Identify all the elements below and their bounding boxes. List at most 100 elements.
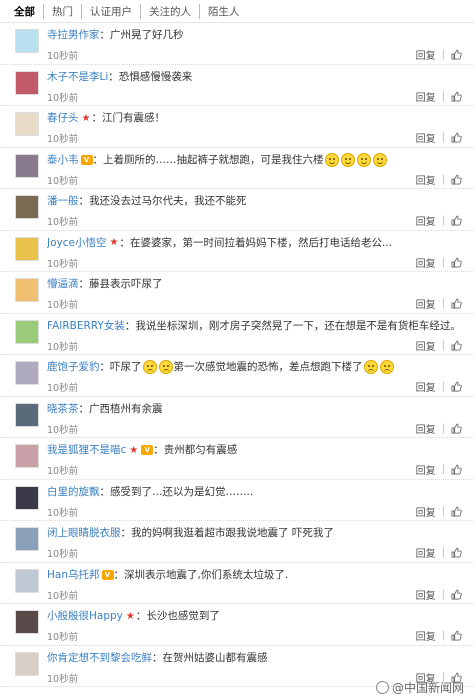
username-link[interactable]: FAIRBERRY女装 <box>47 319 125 333</box>
username-link[interactable]: 小殷殷很Happy <box>47 609 123 623</box>
reply-button[interactable]: 回复 <box>416 172 436 187</box>
reply-button[interactable]: 回复 <box>416 421 436 436</box>
timestamp: 10秒前 <box>47 51 79 62</box>
timestamp: 10秒前 <box>47 673 79 685</box>
like-thumb-icon[interactable] <box>451 381 462 392</box>
avatar[interactable] <box>15 278 39 302</box>
reply-button[interactable]: 回复 <box>416 628 436 643</box>
comment-text: 藤县表示吓尿了 <box>89 278 163 290</box>
like-thumb-icon[interactable] <box>451 630 462 641</box>
colon: ： <box>78 402 90 415</box>
smile-emoji-icon <box>372 152 387 167</box>
reply-button[interactable]: 回复 <box>416 462 436 477</box>
comment-line: 木子不是李Li：恐惧感慢慢袭来 <box>47 70 468 84</box>
comment-actions: 回复 | <box>416 296 462 311</box>
avatar[interactable] <box>15 236 39 261</box>
username-link[interactable]: 闭上眼睛脱衣服 <box>47 526 121 540</box>
avatar[interactable] <box>15 319 39 344</box>
username-link[interactable]: 潘一般 <box>47 194 79 208</box>
reply-button[interactable]: 回复 <box>416 213 436 228</box>
like-thumb-icon[interactable] <box>451 340 462 351</box>
reply-button[interactable]: 回复 <box>416 47 436 62</box>
reply-button[interactable]: 回复 <box>416 89 436 104</box>
avatar[interactable] <box>15 485 39 510</box>
timestamp: 10秒前 <box>47 258 79 270</box>
username-link[interactable]: Joyce小悟空 <box>47 236 106 250</box>
avatar[interactable] <box>15 444 39 468</box>
comment-row: 闭上眼睛脱衣服：我的妈啊我逛着超市跟我说地震了 吓死我了 10秒前 回复 | <box>0 521 474 563</box>
username-link[interactable]: 木子不是李Li <box>47 70 108 84</box>
watermark: @中国新闻网 <box>375 679 464 696</box>
tab-2[interactable]: 认证用户 <box>81 3 140 19</box>
reply-button[interactable]: 回复 <box>416 130 436 145</box>
username-link[interactable]: 我是狐狸不是喵c <box>47 443 126 457</box>
username-link[interactable]: 鹿饱子爱豹 <box>47 360 100 374</box>
like-thumb-icon[interactable] <box>451 174 462 185</box>
reply-button[interactable]: 回复 <box>416 379 436 394</box>
like-thumb-icon[interactable] <box>451 423 462 434</box>
like-thumb-icon[interactable] <box>451 589 462 600</box>
reply-button[interactable]: 回复 <box>416 255 436 270</box>
comment-line: 你肯定想不到黎会吃鲜：在贺州姑婆山都有震感 <box>47 651 468 665</box>
username-link[interactable]: 你肯定想不到黎会吃鲜 <box>47 651 152 665</box>
comment-actions: 回复 | <box>416 213 462 228</box>
action-divider: | <box>441 132 445 143</box>
avatar[interactable] <box>15 402 39 427</box>
colon: ： <box>113 568 125 581</box>
colon: ： <box>119 236 130 249</box>
comment-text: 江门有震感！ <box>102 112 165 124</box>
avatar[interactable] <box>15 527 39 551</box>
star-badge-icon: ★ <box>125 610 135 622</box>
avatar[interactable] <box>15 112 39 136</box>
comment-actions: 回复 | <box>416 545 462 560</box>
avatar[interactable] <box>15 361 39 385</box>
reply-button[interactable]: 回复 <box>416 338 436 353</box>
comment-line: 潘一般：我还没去过马尔代夫，我还不能死 <box>47 194 468 208</box>
username-link[interactable]: 寺拉男作家 <box>47 28 100 42</box>
like-thumb-icon[interactable] <box>451 91 462 102</box>
username-link[interactable]: 白里的旋飘 <box>47 485 100 499</box>
tab-0[interactable]: 全部 <box>14 4 43 19</box>
tab-1[interactable]: 热门 <box>43 3 81 19</box>
like-thumb-icon[interactable] <box>451 49 462 60</box>
avatar[interactable] <box>15 568 39 593</box>
comment-row: 泰小韦 V：上着厕所的……抽起裤子就想跑，可是我住六楼 10秒前 回复 | <box>0 148 474 189</box>
reply-button[interactable]: 回复 <box>416 587 436 602</box>
colon: ： <box>99 29 111 41</box>
colon: ： <box>108 70 119 83</box>
like-thumb-icon[interactable] <box>451 506 462 517</box>
comment-actions: 回复 | <box>416 628 462 643</box>
tab-4[interactable]: 陌生人 <box>199 3 248 19</box>
like-thumb-icon[interactable] <box>451 257 462 268</box>
like-thumb-icon[interactable] <box>451 547 462 558</box>
reply-button[interactable]: 回复 <box>416 296 436 311</box>
avatar[interactable] <box>15 29 39 53</box>
username-link[interactable]: 晓茶茶 <box>47 402 79 416</box>
timestamp: 10秒前 <box>47 507 79 519</box>
avatar[interactable] <box>15 610 39 634</box>
username-link[interactable]: Han乌托邦 <box>47 568 100 582</box>
comment-list: 寺拉男作家：广州晃了好几秒 10秒前 回复 | 木子不是李Li：恐惧感慢慢袭来 10秒前回… <box>0 23 474 687</box>
like-thumb-icon[interactable] <box>451 132 462 143</box>
reply-button[interactable]: 回复 <box>416 545 436 560</box>
avatar[interactable] <box>15 651 39 676</box>
tab-3[interactable]: 关注的人 <box>140 3 199 19</box>
comment-row: 春仔头 ★：江门有震感！ 10秒前 回复 | <box>0 106 474 148</box>
comment-line: 小殷殷很Happy ★：长沙也感觉到了 <box>47 609 468 623</box>
like-thumb-icon[interactable] <box>451 464 462 475</box>
avatar[interactable] <box>15 70 39 95</box>
crying-emoji-icon <box>363 360 378 374</box>
comment-text: 我的妈啊我逛着超市跟我说地震了 吓死我了 <box>131 527 334 539</box>
comment-line: 春仔头 ★：江门有震感！ <box>47 111 468 125</box>
like-thumb-icon[interactable] <box>451 215 462 226</box>
avatar[interactable] <box>15 195 39 219</box>
star-badge-icon: ★ <box>109 237 119 248</box>
action-divider: | <box>441 298 445 309</box>
avatar[interactable] <box>15 153 39 178</box>
comment-row: 寺拉男作家：广州晃了好几秒 10秒前 回复 | <box>0 23 474 65</box>
username-link[interactable]: 泰小韦 <box>47 153 79 167</box>
username-link[interactable]: 春仔头 <box>47 111 79 125</box>
reply-button[interactable]: 回复 <box>416 504 436 519</box>
like-thumb-icon[interactable] <box>451 298 462 309</box>
username-link[interactable]: 懵逼滴 <box>47 277 79 291</box>
